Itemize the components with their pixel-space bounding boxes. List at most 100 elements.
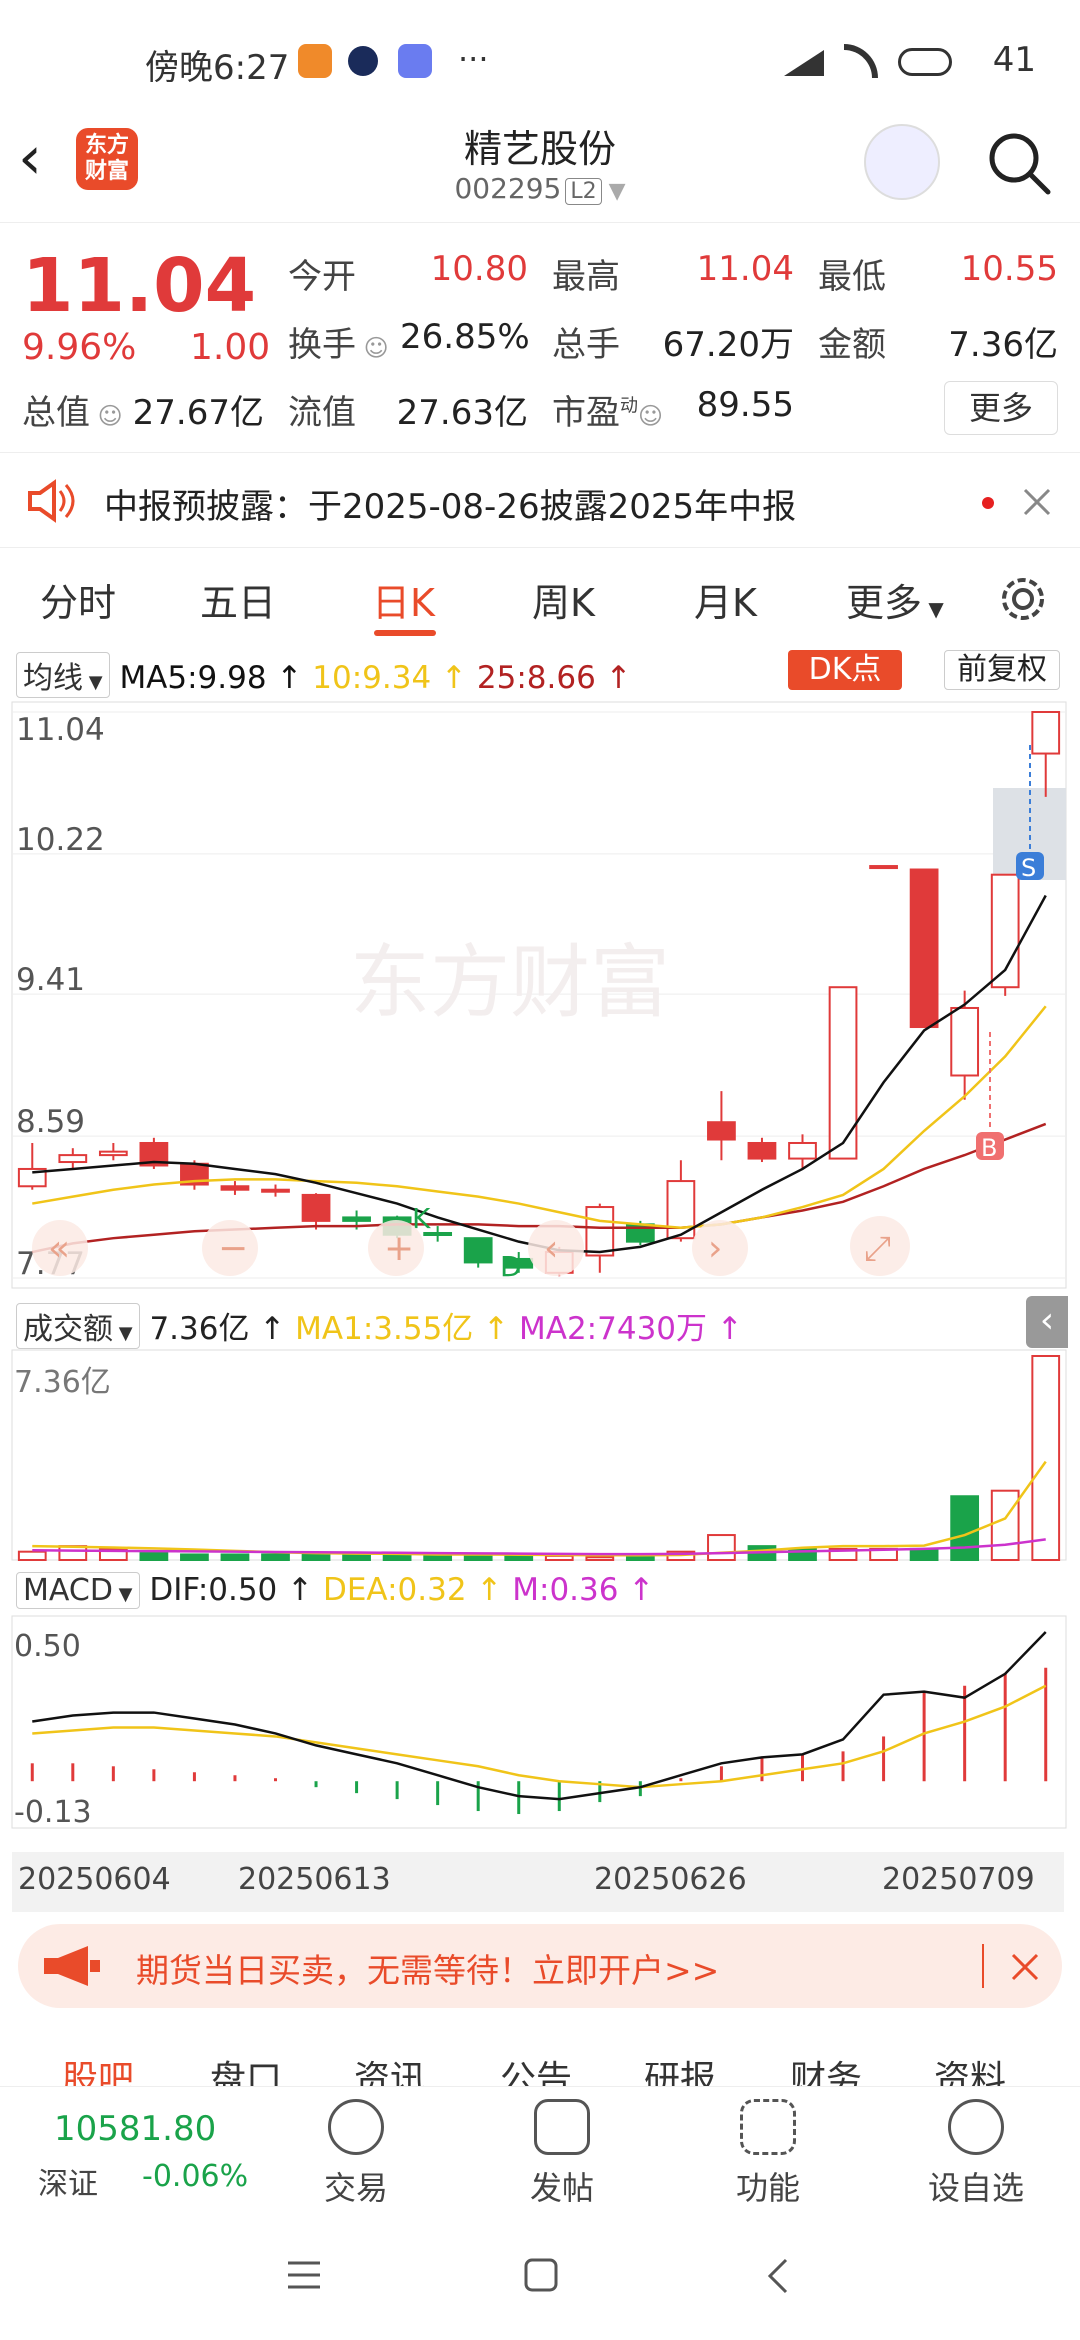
chart-nav-symbol: + <box>384 1228 414 1269</box>
d-marker: D <box>500 1250 522 1283</box>
price-axis-label: 11.04 <box>16 712 105 748</box>
functions-button[interactable]: 功能 <box>708 2099 828 2209</box>
robot-assistant-avatar[interactable] <box>864 124 940 200</box>
chevron-down-icon: ▼ <box>601 179 626 204</box>
volume-bar <box>463 1554 493 1562</box>
float-label: 流值 <box>288 393 356 433</box>
volume-value: 67.20万 <box>662 325 794 365</box>
tab-daily-k[interactable]: 日K <box>372 572 435 627</box>
volume-bar <box>301 1553 331 1562</box>
app-notification-icon <box>298 44 332 78</box>
volume-bar <box>504 1554 534 1562</box>
subtab-finance[interactable]: 财务 <box>790 2050 862 2086</box>
search-icon[interactable] <box>984 128 1054 198</box>
menu-icon[interactable] <box>286 2260 322 2290</box>
chat-app-icon <box>398 44 432 78</box>
date-label-1: 20250604 <box>18 1862 171 1897</box>
change-amount: 1.00 <box>190 327 271 368</box>
date-label-2: 20250613 <box>238 1862 391 1897</box>
candle-body <box>220 1185 250 1191</box>
candle-body <box>1031 711 1061 755</box>
settings-gear-icon[interactable] <box>998 574 1048 624</box>
current-price: 11.04 <box>22 243 257 329</box>
price-axis-label: 8.59 <box>16 1104 85 1140</box>
volume-selector[interactable]: 成交额 ▼ <box>16 1303 140 1349</box>
content-subtabs: 股吧 盘口 资讯 公告 研报 财务 资料 <box>0 2028 1080 2086</box>
open-value: 10.80 <box>430 249 528 289</box>
volume-bar <box>180 1553 209 1562</box>
volume-ma2: MA2:7430万 <box>519 1311 708 1347</box>
active-tab-indicator <box>374 630 436 636</box>
volume-bar <box>1031 1355 1061 1561</box>
tab-monthly-k[interactable]: 月K <box>694 572 757 627</box>
home-icon[interactable] <box>524 2258 558 2292</box>
index-value[interactable]: 10581.80 <box>54 2109 216 2149</box>
date-axis: 20250604 20250613 20250626 20250709 <box>12 1852 1064 1912</box>
volume-bar <box>707 1534 736 1561</box>
volume-bar <box>382 1553 412 1562</box>
macd-m: M:0.36 <box>512 1572 619 1608</box>
bottom-toolbar: 10581.80 深证 -0.06% 交易 发帖 功能 设自选 <box>0 2086 1080 2210</box>
index-name: 深证 <box>38 2167 98 2202</box>
volume-bar <box>17 1550 47 1561</box>
more-notifications-icon: ··· <box>458 40 489 78</box>
ad-close-icon[interactable] <box>1010 1952 1040 1982</box>
dif-line <box>32 1631 1047 1801</box>
candle-body <box>909 868 939 1029</box>
chart-nav-symbol: ‹ <box>544 1228 558 1269</box>
status-bar: 傍晚6:27 ··· 41 <box>0 0 1080 120</box>
level-badge: L2 <box>565 178 602 205</box>
subtab-guba[interactable]: 股吧 <box>62 2050 134 2086</box>
battery-level: 41 <box>992 40 1036 80</box>
tab-weekly-k[interactable]: 周K <box>532 572 595 627</box>
date-label-3: 20250626 <box>594 1862 747 1897</box>
volume-bar <box>220 1553 250 1562</box>
subtab-news[interactable]: 资讯 <box>354 2050 426 2086</box>
macd-selector[interactable]: MACD ▼ <box>16 1572 140 1609</box>
price-axis-label: 9.41 <box>16 962 85 998</box>
buy-marker-text: B <box>981 1134 997 1162</box>
candle-body <box>788 1141 817 1160</box>
add-watchlist-button[interactable]: 设自选 <box>916 2099 1036 2209</box>
volume-bar <box>544 1554 574 1562</box>
chart-nav-symbol: − <box>218 1228 248 1269</box>
tab-five-day[interactable]: 五日 <box>200 572 276 627</box>
macd-axis-bottom: -0.13 <box>14 1795 92 1830</box>
volume-bar <box>342 1553 371 1562</box>
grid-icon <box>740 2099 796 2155</box>
macd-axis-top: 0.50 <box>14 1629 81 1664</box>
more-quote-button[interactable]: 更多 <box>944 381 1058 435</box>
volume-bar <box>58 1545 88 1561</box>
candle-body <box>58 1154 88 1164</box>
volume-bar <box>585 1556 615 1562</box>
tab-more[interactable]: 更多 ▼ <box>846 572 944 627</box>
volume-bar <box>423 1554 453 1562</box>
nav-back-icon[interactable] <box>766 2258 790 2294</box>
volume-label: 总手 <box>552 325 620 365</box>
volume-panel-frame <box>11 1349 1067 1561</box>
subtab-announcement[interactable]: 公告 <box>500 2050 572 2086</box>
candle-body <box>463 1237 493 1264</box>
kline-chart-area: 均线 ▼ MA5:9.98 ↑ 10:9.34 ↑ 25:8.66 ↑ DK点 … <box>0 640 1080 1920</box>
post-button[interactable]: 发帖 <box>502 2099 622 2209</box>
futures-ad-banner[interactable]: 期货当日买卖，无需等待！立即开户>> <box>18 1924 1062 2008</box>
pe-label: 市盈动☺ <box>552 393 664 433</box>
trade-button[interactable]: 交易 <box>296 2099 416 2209</box>
candle-body <box>828 986 858 1160</box>
pe-value: 89.55 <box>696 385 794 425</box>
notice-text: 中报预披露：于2025-08-26披露2025年中报 <box>104 487 797 527</box>
macd-dif: DIF:0.50 <box>149 1572 278 1608</box>
subtab-pankou[interactable]: 盘口 <box>210 2050 282 2086</box>
close-icon[interactable] <box>1022 487 1052 517</box>
chart-nav-symbol: › <box>708 1228 722 1269</box>
collapse-panel-button[interactable]: ‹ <box>1026 1296 1068 1348</box>
candle-body <box>301 1193 331 1222</box>
subtab-research[interactable]: 研报 <box>644 2050 716 2086</box>
kline-svg[interactable]: 11.0410.229.418.597.77东方财富SBKD«−+‹›⤢7.36… <box>0 640 1080 1920</box>
subtab-profile[interactable]: 资料 <box>934 2050 1006 2086</box>
mcap-value: 27.67亿 <box>132 393 264 433</box>
volume-amount-value: 7.36亿 <box>149 1311 250 1347</box>
report-notice-banner[interactable]: 中报预披露：于2025-08-26披露2025年中报 <box>0 452 1080 548</box>
tab-timeshare[interactable]: 分时 <box>40 572 116 627</box>
price-axis-label: 10.22 <box>16 822 105 858</box>
